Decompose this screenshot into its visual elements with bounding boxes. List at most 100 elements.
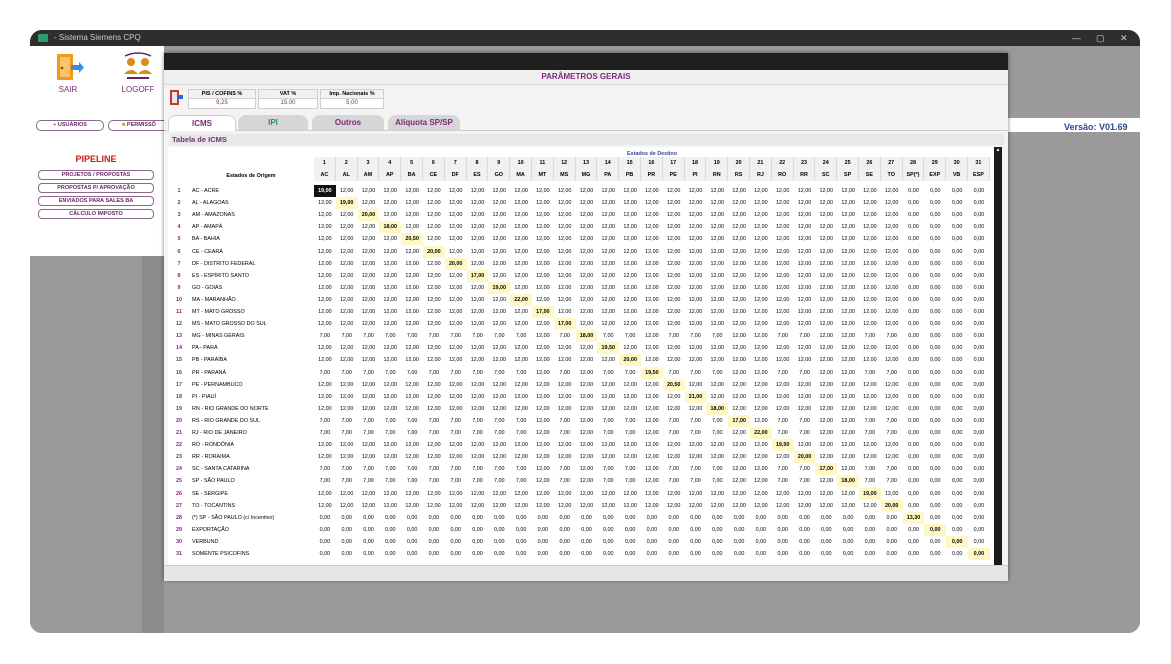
icms-rate-cell[interactable]: 12,00 xyxy=(750,354,772,366)
icms-rate-cell[interactable]: 12,00 xyxy=(554,403,576,415)
minimize-button[interactable]: — xyxy=(1072,30,1081,46)
icms-rate-cell[interactable]: 12,00 xyxy=(423,294,445,306)
icms-rate-cell[interactable]: 12,00 xyxy=(576,185,598,197)
icms-rate-cell[interactable]: 7,00 xyxy=(554,367,576,379)
icms-rate-cell[interactable]: 0,00 xyxy=(685,524,707,536)
icms-rate-cell[interactable]: 0,00 xyxy=(903,209,925,221)
icms-rate-cell[interactable]: 0,00 xyxy=(554,536,576,548)
icms-rate-cell[interactable]: 12,00 xyxy=(881,354,903,366)
icms-rate-cell[interactable]: 0,00 xyxy=(946,500,968,512)
icms-rate-cell[interactable]: 0,00 xyxy=(663,512,685,524)
icms-rate-cell[interactable]: 12,00 xyxy=(794,282,816,294)
icms-rate-cell[interactable]: 12,00 xyxy=(663,258,685,270)
icms-rate-cell[interactable]: 12,00 xyxy=(837,391,859,403)
icms-rate-cell[interactable]: 12,00 xyxy=(401,403,423,415)
icms-rate-cell[interactable]: 12,00 xyxy=(641,391,663,403)
icms-rate-cell[interactable]: 12,00 xyxy=(336,379,358,391)
icms-rate-cell[interactable]: 0,00 xyxy=(903,403,925,415)
icms-rate-cell[interactable]: 0,00 xyxy=(968,233,990,245)
icms-rate-cell[interactable]: 7,00 xyxy=(706,415,728,427)
icms-rate-cell[interactable]: 12,00 xyxy=(619,488,641,500)
icms-rate-cell[interactable]: 12,00 xyxy=(706,451,728,463)
icms-rate-cell[interactable]: 0,00 xyxy=(532,512,554,524)
icms-rate-cell[interactable]: 12,00 xyxy=(532,475,554,487)
icms-rate-cell[interactable]: 0,00 xyxy=(379,512,401,524)
icms-rate-cell[interactable]: 0,00 xyxy=(968,367,990,379)
icms-rate-cell[interactable]: 12,00 xyxy=(336,451,358,463)
icms-rate-cell[interactable]: 12,00 xyxy=(750,391,772,403)
icms-rate-cell[interactable]: 0,00 xyxy=(903,306,925,318)
icms-rate-cell[interactable]: 20,00 xyxy=(880,499,903,512)
icms-rate-cell[interactable]: 20,50 xyxy=(401,233,423,246)
icms-rate-cell[interactable]: 12,00 xyxy=(837,294,859,306)
icms-rate-cell[interactable]: 7,00 xyxy=(772,463,794,475)
icms-rate-cell[interactable]: 12,00 xyxy=(358,185,380,197)
icms-rate-cell[interactable]: 12,00 xyxy=(685,270,707,282)
icms-rate-cell[interactable]: 12,00 xyxy=(532,403,554,415)
icms-rate-cell[interactable]: 12,00 xyxy=(728,209,750,221)
icms-rate-cell[interactable]: 12,00 xyxy=(794,294,816,306)
icms-rate-cell[interactable]: 0,00 xyxy=(706,548,728,560)
icms-rate-cell[interactable]: 0,00 xyxy=(968,524,990,536)
icms-rate-cell[interactable]: 12,00 xyxy=(576,270,598,282)
icms-rate-cell[interactable]: 0,00 xyxy=(903,282,925,294)
icms-rate-cell[interactable]: 12,00 xyxy=(532,233,554,245)
icms-rate-cell[interactable]: 12,00 xyxy=(706,342,728,354)
icms-rate-cell[interactable]: 12,00 xyxy=(336,342,358,354)
icms-rate-cell[interactable]: 12,00 xyxy=(423,391,445,403)
icms-rate-cell[interactable]: 12,00 xyxy=(467,451,489,463)
icms-rate-cell[interactable]: 0,00 xyxy=(619,524,641,536)
icms-rate-cell[interactable]: 7,00 xyxy=(685,367,707,379)
icms-rate-cell[interactable]: 7,00 xyxy=(881,367,903,379)
icms-rate-cell[interactable]: 7,00 xyxy=(336,463,358,475)
icms-rate-cell[interactable]: 12,00 xyxy=(532,427,554,439)
icms-rate-cell[interactable]: 7,00 xyxy=(401,427,423,439)
icms-rate-cell[interactable]: 12,00 xyxy=(619,185,641,197)
icms-rate-cell[interactable]: 0,00 xyxy=(946,512,968,524)
icms-rate-cell[interactable]: 12,00 xyxy=(641,185,663,197)
icms-rate-cell[interactable]: 0,00 xyxy=(445,548,467,560)
icms-rate-cell[interactable]: 12,00 xyxy=(772,379,794,391)
icms-rate-cell[interactable]: 12,00 xyxy=(597,246,619,258)
icms-rate-cell[interactable]: 7,00 xyxy=(794,367,816,379)
icms-rate-cell[interactable]: 12,00 xyxy=(314,258,336,270)
icms-rate-cell[interactable]: 12,00 xyxy=(554,282,576,294)
icms-rate-cell[interactable]: 12,00 xyxy=(663,306,685,318)
icms-rate-cell[interactable]: 12,00 xyxy=(837,318,859,330)
icms-rate-cell[interactable]: 12,00 xyxy=(510,403,532,415)
icms-rate-cell[interactable]: 12,00 xyxy=(488,379,510,391)
icms-rate-cell[interactable]: 12,00 xyxy=(314,306,336,318)
icms-rate-cell[interactable]: 12,00 xyxy=(576,379,598,391)
icms-rate-cell[interactable]: 18,00 xyxy=(379,221,402,234)
icms-rate-cell[interactable]: 12,00 xyxy=(379,258,401,270)
icms-rate-cell[interactable]: 0,00 xyxy=(968,258,990,270)
icms-rate-cell[interactable]: 12,00 xyxy=(467,246,489,258)
icms-rate-cell[interactable]: 12,00 xyxy=(401,306,423,318)
icms-rate-cell[interactable]: 7,00 xyxy=(423,475,445,487)
icms-rate-cell[interactable]: 12,00 xyxy=(445,197,467,209)
icms-rate-cell[interactable]: 0,00 xyxy=(750,524,772,536)
icms-rate-cell[interactable]: 12,00 xyxy=(619,221,641,233)
icms-rate-cell[interactable]: 12,00 xyxy=(379,451,401,463)
icms-rate-cell[interactable]: 0,00 xyxy=(336,524,358,536)
icms-rate-cell[interactable]: 0,00 xyxy=(815,548,837,560)
icms-rate-cell[interactable]: 7,00 xyxy=(859,475,881,487)
icms-rate-cell[interactable]: 12,00 xyxy=(750,342,772,354)
icms-rate-cell[interactable]: 12,00 xyxy=(772,270,794,282)
icms-rate-cell[interactable]: 0,00 xyxy=(401,536,423,548)
icms-rate-cell[interactable]: 12,00 xyxy=(881,451,903,463)
icms-rate-cell[interactable]: 12,00 xyxy=(837,197,859,209)
icms-rate-cell[interactable]: 12,00 xyxy=(445,354,467,366)
icms-rate-cell[interactable]: 12,00 xyxy=(750,306,772,318)
icms-rate-cell[interactable]: 12,00 xyxy=(663,282,685,294)
icms-rate-cell[interactable]: 12,00 xyxy=(423,451,445,463)
icms-rate-cell[interactable]: 12,00 xyxy=(881,439,903,451)
icms-rate-cell[interactable]: 12,00 xyxy=(772,233,794,245)
icms-rate-cell[interactable]: 12,00 xyxy=(619,451,641,463)
icms-rate-cell[interactable]: 0,00 xyxy=(685,548,707,560)
icms-rate-cell[interactable]: 7,00 xyxy=(554,463,576,475)
icms-rate-cell[interactable]: 19,00 xyxy=(488,281,511,294)
icms-rate-cell[interactable]: 12,00 xyxy=(794,221,816,233)
icms-rate-cell[interactable]: 7,00 xyxy=(314,367,336,379)
icms-rate-cell[interactable]: 0,00 xyxy=(968,221,990,233)
